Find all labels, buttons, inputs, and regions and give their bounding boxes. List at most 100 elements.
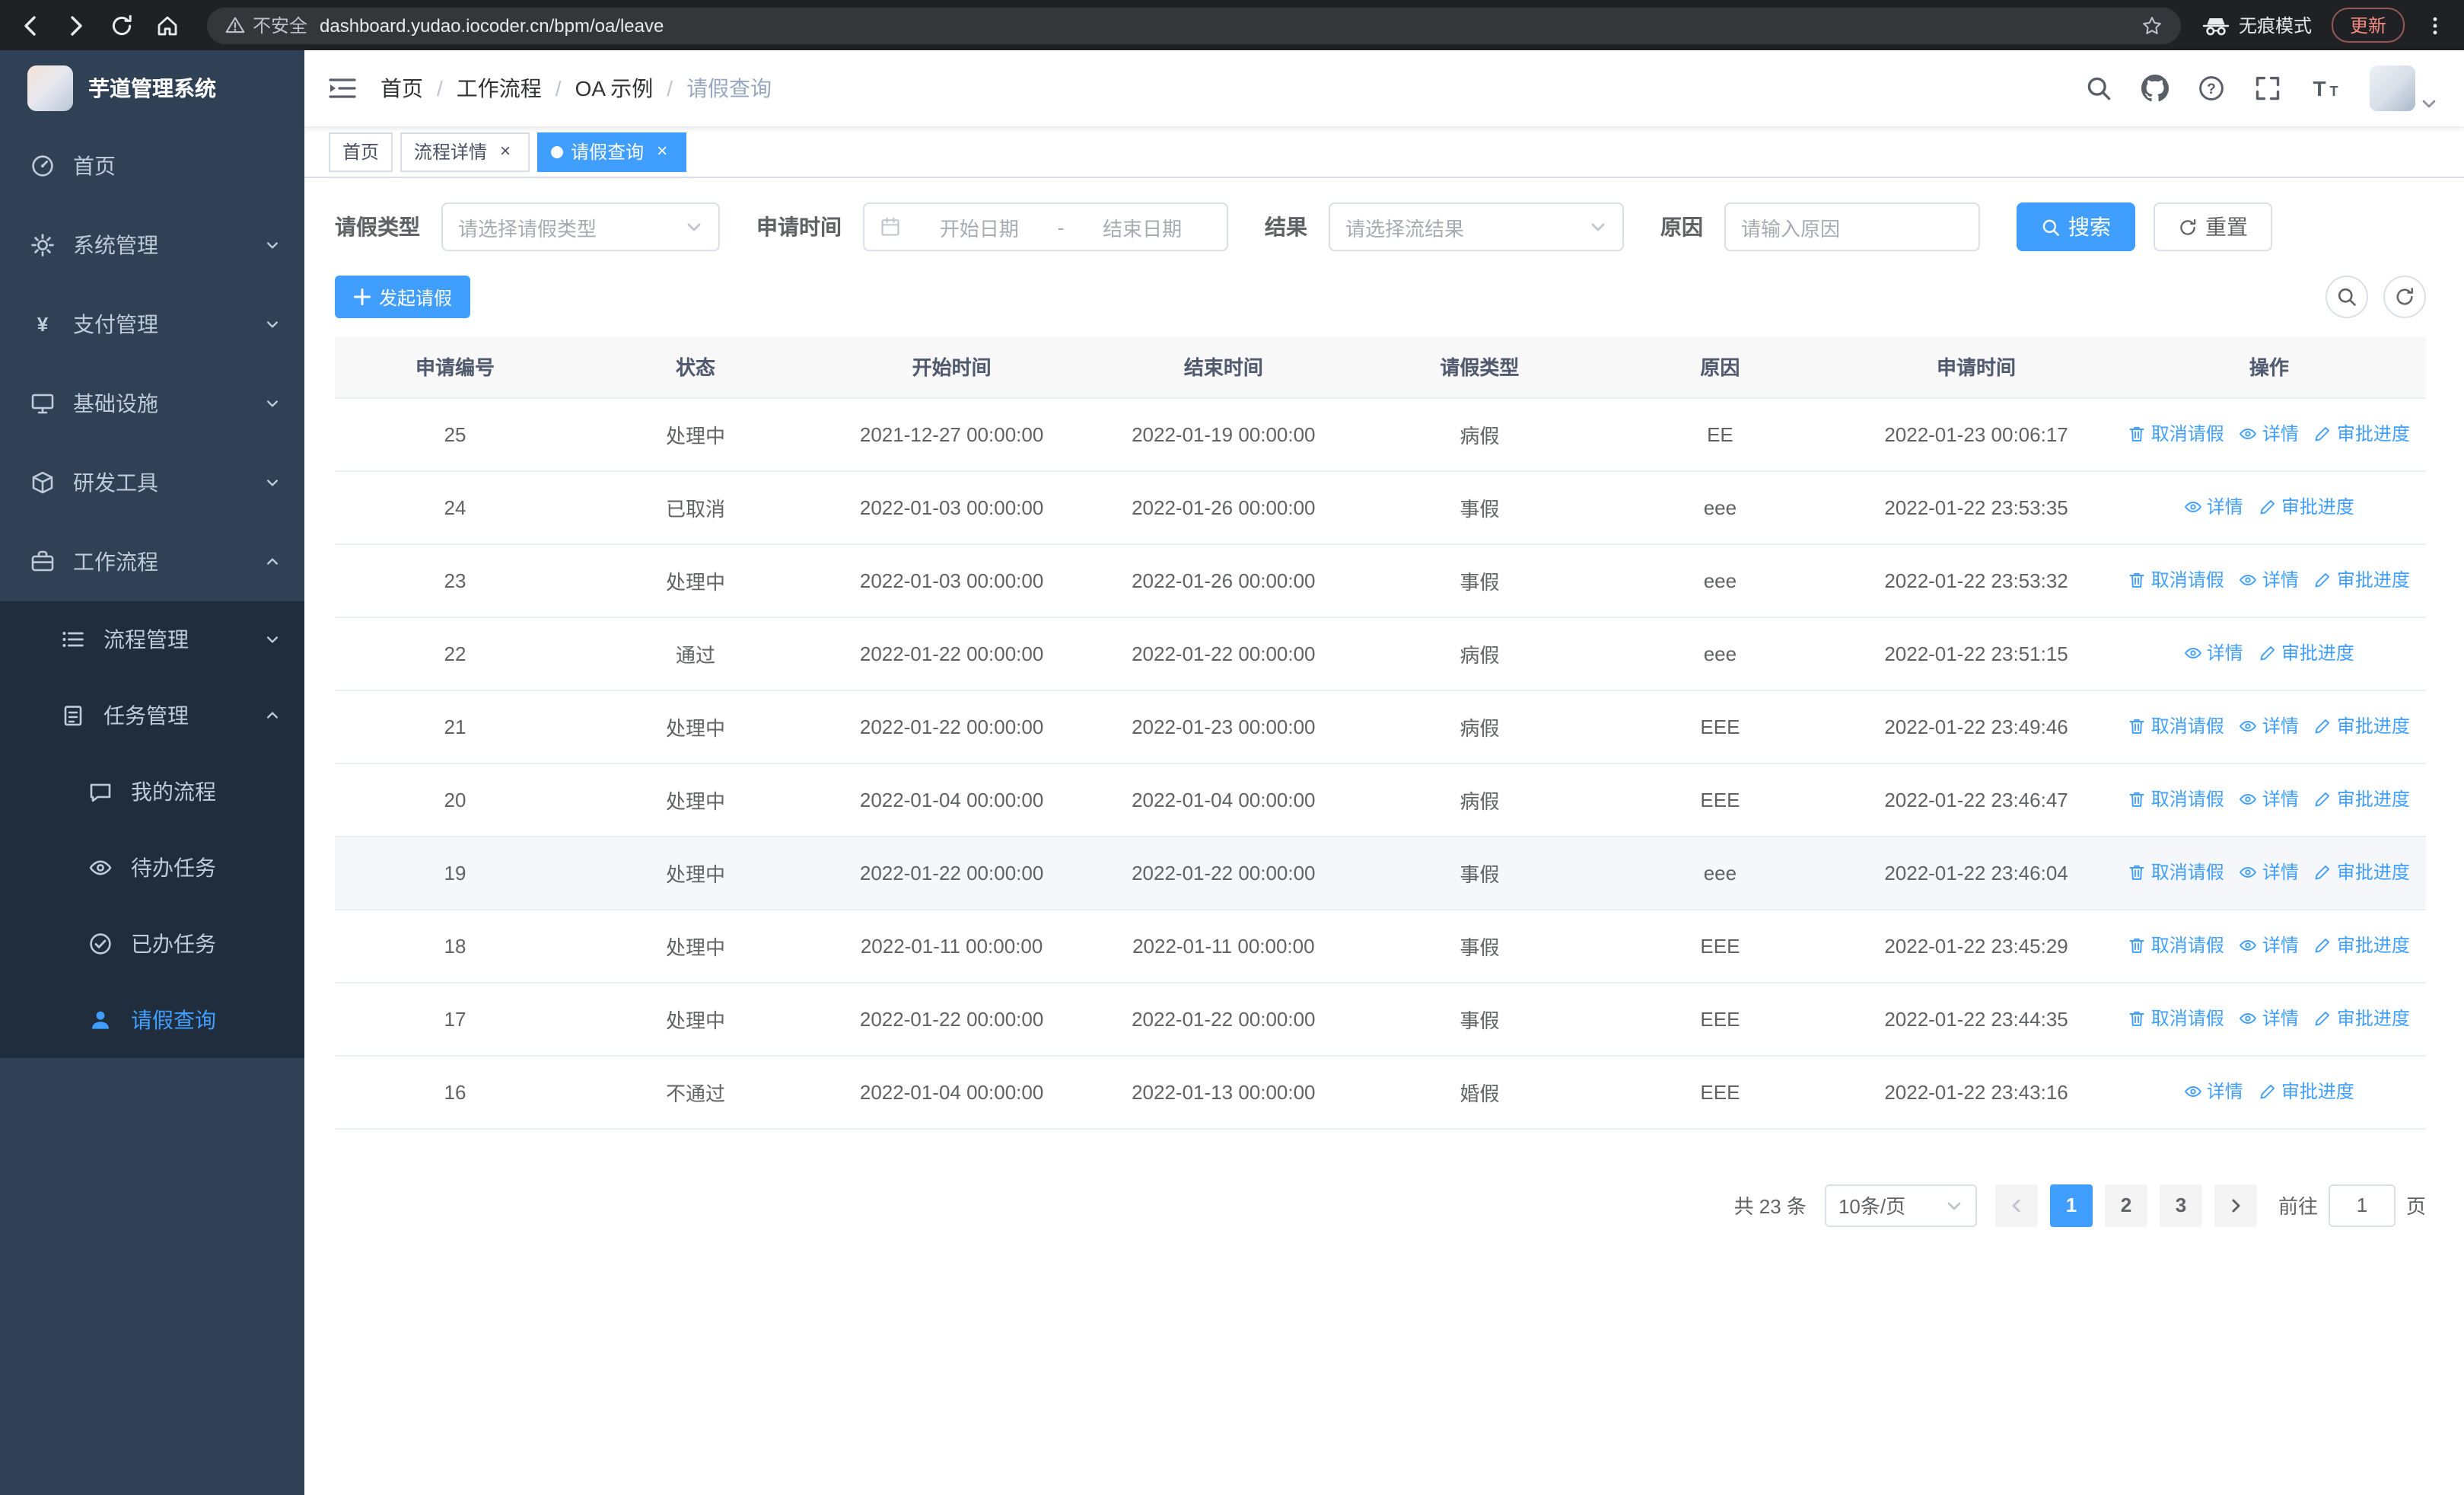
refresh-table-button[interactable] — [2383, 276, 2426, 318]
breadcrumb: 首页 / 工作流程 / OA 示例 / 请假查询 — [380, 73, 772, 104]
action-progress-button[interactable]: 审批进度 — [2259, 640, 2354, 666]
action-progress-button[interactable]: 审批进度 — [2314, 713, 2410, 739]
security-chip[interactable]: 不安全 — [225, 12, 307, 38]
chevron-up-icon — [265, 708, 280, 723]
toggle-search-button[interactable] — [2326, 276, 2368, 318]
fullscreen-icon[interactable] — [2254, 75, 2281, 102]
create-leave-button[interactable]: 发起请假 — [335, 276, 471, 318]
page-button-2[interactable]: 2 — [2104, 1184, 2147, 1226]
home-icon[interactable] — [155, 13, 180, 37]
cell-end: 2022-01-26 00:00:00 — [1087, 470, 1360, 544]
update-button[interactable]: 更新 — [2331, 8, 2405, 43]
view-icon — [2240, 1009, 2258, 1028]
action-cancel-button[interactable]: 取消请假 — [2128, 713, 2224, 739]
sidebar-item[interactable]: 基础设施 — [0, 364, 304, 443]
breadcrumb-item[interactable]: OA 示例 — [575, 73, 654, 104]
back-icon[interactable] — [18, 13, 43, 37]
result-select[interactable]: 请选择流结果 — [1329, 202, 1624, 251]
action-detail-button[interactable]: 详情 — [2184, 1079, 2243, 1105]
action-progress-button[interactable]: 审批进度 — [2314, 421, 2410, 447]
tab-首页[interactable]: 首页 — [329, 132, 393, 171]
tab-请假查询[interactable]: 请假查询 × — [537, 132, 687, 171]
bookmark-star-icon[interactable] — [2141, 14, 2163, 36]
search-icon[interactable] — [2085, 75, 2112, 102]
close-icon[interactable]: × — [495, 141, 516, 162]
action-detail-button[interactable]: 详情 — [2240, 421, 2299, 447]
sidebar-item[interactable]: 请假查询 — [0, 982, 304, 1058]
action-detail-button[interactable]: 详情 — [2240, 1006, 2299, 1031]
action-detail-button[interactable]: 详情 — [2240, 713, 2299, 739]
page-button-3[interactable]: 3 — [2159, 1184, 2202, 1226]
sidebar-item[interactable]: 工作流程 — [0, 522, 304, 601]
action-progress-button[interactable]: 审批进度 — [2314, 786, 2410, 812]
sidebar-item[interactable]: 流程管理 — [0, 601, 304, 677]
tab-流程详情[interactable]: 流程详情 × — [400, 132, 530, 171]
action-progress-button[interactable]: 审批进度 — [2314, 567, 2410, 593]
cell-actions: 详情 审批进度 — [2112, 470, 2426, 544]
forward-icon[interactable] — [64, 13, 88, 37]
github-icon[interactable] — [2141, 75, 2169, 102]
sidebar-item[interactable]: 待办任务 — [0, 830, 304, 906]
action-label: 审批进度 — [2336, 1008, 2410, 1030]
action-cancel-button[interactable]: 取消请假 — [2128, 1006, 2224, 1031]
action-detail-button[interactable]: 详情 — [2240, 786, 2299, 812]
sidebar-item-label: 基础设施 — [73, 391, 158, 416]
action-cancel-button[interactable]: 取消请假 — [2128, 786, 2224, 812]
prev-page-button[interactable] — [1994, 1184, 2038, 1226]
breadcrumb-item[interactable]: 工作流程 — [457, 73, 542, 104]
action-cancel-button[interactable]: 取消请假 — [2128, 932, 2224, 958]
sidebar-toggle-button[interactable] — [304, 50, 380, 126]
reset-button[interactable]: 重置 — [2154, 202, 2272, 251]
sidebar-item[interactable]: ¥ 支付管理 — [0, 285, 304, 364]
action-detail-button[interactable]: 详情 — [2240, 859, 2299, 885]
action-progress-button[interactable]: 审批进度 — [2314, 1006, 2410, 1031]
action-cancel-button[interactable]: 取消请假 — [2128, 859, 2224, 885]
sidebar-item[interactable]: 已办任务 — [0, 906, 304, 982]
table-row: 25 处理中 2021-12-27 00:00:00 2022-01-19 00:00… — [335, 397, 2426, 471]
pagination: 共 23 条 10条/页 123 前往 页 — [335, 1184, 2426, 1226]
action-detail-button[interactable]: 详情 — [2240, 932, 2299, 958]
user-menu[interactable] — [2370, 65, 2437, 111]
refresh-icon — [2178, 217, 2198, 237]
cell-status: 处理中 — [575, 690, 816, 763]
action-detail-button[interactable]: 详情 — [2184, 640, 2243, 666]
goto-page-input[interactable] — [2328, 1184, 2396, 1226]
action-progress-button[interactable]: 审批进度 — [2314, 932, 2410, 958]
close-icon[interactable]: × — [651, 141, 673, 162]
leave-type-select[interactable]: 请选择请假类型 — [441, 202, 720, 251]
search-button[interactable]: 搜索 — [2017, 202, 2135, 251]
date-range-picker[interactable]: 开始日期 - 结束日期 — [863, 202, 1228, 251]
kebab-menu-icon[interactable] — [2424, 14, 2446, 36]
reload-icon[interactable] — [110, 13, 134, 37]
next-page-button[interactable] — [2214, 1184, 2257, 1226]
action-detail-button[interactable]: 详情 — [2184, 494, 2243, 520]
action-progress-button[interactable]: 审批进度 — [2259, 1079, 2354, 1105]
action-progress-button[interactable]: 审批进度 — [2314, 859, 2410, 885]
cell-apply: 2022-01-22 23:53:32 — [1840, 543, 2112, 617]
reason-input[interactable]: 请输入原因 — [1724, 202, 1980, 251]
trash-icon — [2128, 571, 2147, 589]
sidebar-item[interactable]: 首页 — [0, 126, 304, 206]
cell-reason: eee — [1600, 617, 1841, 690]
page-button-1[interactable]: 1 — [2049, 1184, 2093, 1226]
breadcrumb-item[interactable]: 首页 — [380, 73, 423, 104]
action-progress-button[interactable]: 审批进度 — [2259, 494, 2354, 520]
svg-text:¥: ¥ — [37, 313, 49, 336]
font-size-icon[interactable]: TT — [2310, 73, 2341, 104]
sidebar-item[interactable]: 系统管理 — [0, 206, 304, 285]
action-cancel-button[interactable]: 取消请假 — [2128, 421, 2224, 447]
sidebar-item[interactable]: 我的流程 — [0, 754, 304, 830]
action-label: 取消请假 — [2150, 862, 2224, 884]
help-icon[interactable]: ? — [2198, 75, 2225, 102]
action-label: 审批进度 — [2281, 642, 2354, 665]
sidebar-item[interactable]: 研发工具 — [0, 443, 304, 522]
logo[interactable]: 芋道管理系统 — [0, 50, 304, 126]
action-label: 详情 — [2206, 1081, 2243, 1103]
action-detail-button[interactable]: 详情 — [2240, 567, 2299, 593]
briefcase-icon — [30, 550, 55, 574]
action-cancel-button[interactable]: 取消请假 — [2128, 567, 2224, 593]
sidebar-item-label: 待办任务 — [131, 856, 216, 880]
address-bar[interactable]: 不安全 dashboard.yudao.iocoder.cn/bpm/oa/le… — [207, 7, 2181, 43]
sidebar-item[interactable]: 任务管理 — [0, 677, 304, 754]
page-size-select[interactable]: 10条/页 — [1824, 1184, 1977, 1226]
